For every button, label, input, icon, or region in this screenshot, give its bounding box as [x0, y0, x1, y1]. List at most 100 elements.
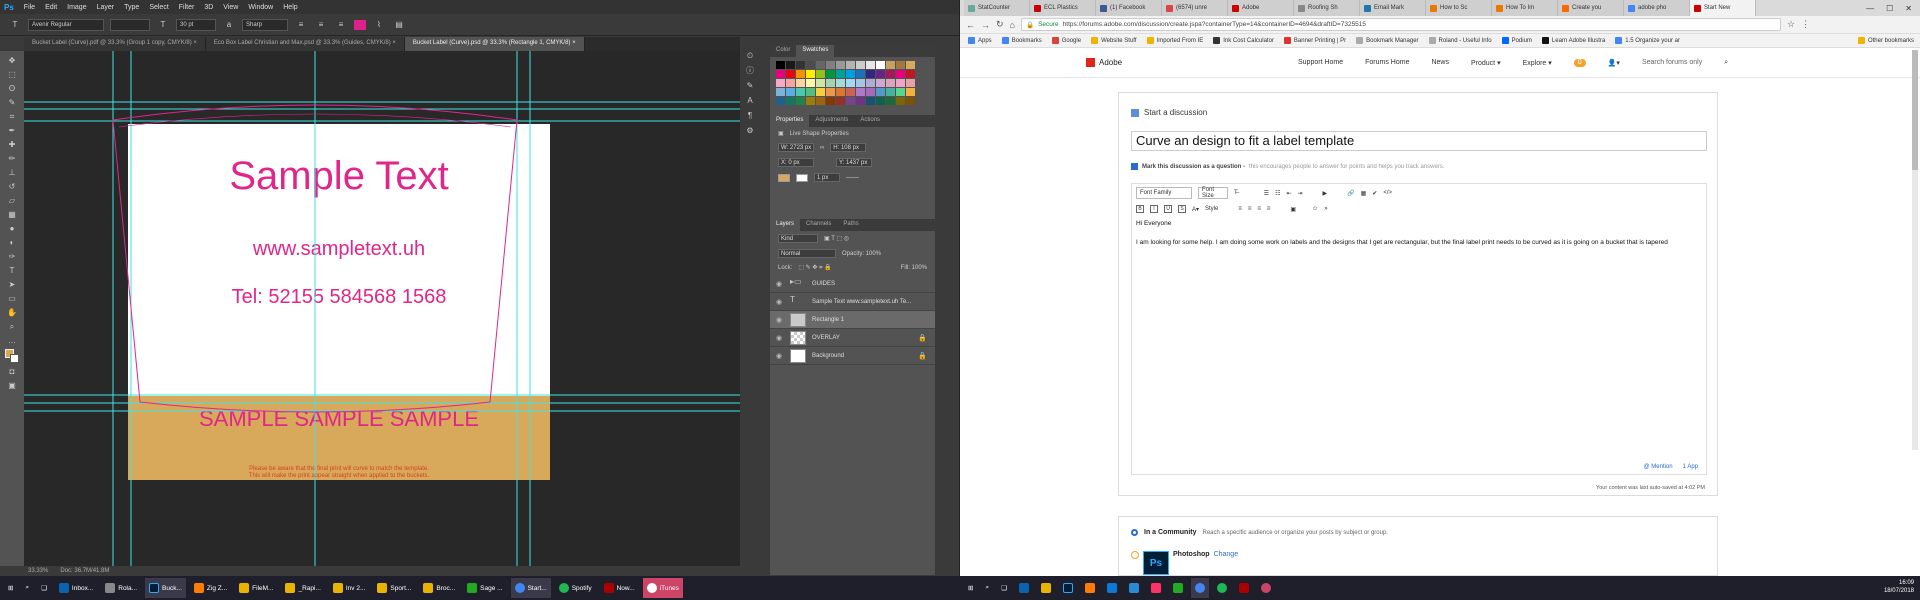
swatch[interactable] [886, 61, 895, 69]
taskbar-app[interactable]: iTunes [642, 578, 683, 598]
taskbar-app[interactable]: Buck... [145, 578, 186, 598]
nav-forums-home[interactable]: Forums Home [1365, 59, 1409, 67]
fill-swatch[interactable] [778, 173, 790, 182]
browser-tab[interactable]: adobe pho [1624, 0, 1690, 16]
emoji-icon[interactable]: ☺ [1312, 206, 1318, 212]
taskbar-app[interactable]: Inbox... [55, 578, 97, 598]
taskbar-app[interactable]: Inv 2... [329, 578, 370, 598]
taskbar-app[interactable]: Spotify [555, 578, 596, 598]
quick-select-tool-icon[interactable]: ✎ [5, 97, 19, 108]
swatch[interactable] [886, 88, 895, 96]
bookmark[interactable]: 1.5 Organize your ar [1615, 37, 1680, 44]
bookmark[interactable]: Imported From IE [1146, 37, 1203, 44]
browser-tab[interactable]: Adobe [1228, 0, 1294, 16]
glyphs-icon[interactable]: ⚙ [743, 125, 757, 136]
swatch[interactable] [796, 79, 805, 87]
search-icon[interactable]: ⌕ [21, 578, 33, 598]
avatar[interactable]: 👤▾ [1608, 59, 1620, 67]
swatch[interactable] [816, 88, 825, 96]
menu-image[interactable]: Image [67, 4, 86, 11]
text-color-swatch[interactable] [354, 19, 366, 30]
eraser-tool-icon[interactable]: ▱ [5, 195, 19, 206]
spellcheck-icon[interactable]: ✔ [1372, 190, 1377, 197]
swatch[interactable] [836, 88, 845, 96]
opacity-field[interactable]: Opacity: 100% [842, 251, 881, 257]
tab-adjustments[interactable]: Adjustments [809, 115, 854, 127]
menu-filter[interactable]: Filter [179, 4, 195, 11]
font-family-select[interactable]: Avenir Regular [28, 18, 104, 31]
hand-tool-icon[interactable]: ✋ [5, 307, 19, 318]
star-icon[interactable]: ☆ [1787, 19, 1795, 30]
tab-color[interactable]: Color [770, 45, 796, 57]
eye-icon[interactable]: ◉ [776, 352, 784, 360]
swatch[interactable] [876, 97, 885, 105]
swatch[interactable] [846, 88, 855, 96]
rich-text-editor[interactable]: Font Family Font Size T̶ ☰ ☷ ⇤ ⇥ ▶ 🔗 ▦ ✔… [1131, 183, 1707, 475]
eye-icon[interactable]: ◉ [776, 280, 784, 288]
lasso-tool-icon[interactable]: ʘ [5, 83, 19, 94]
artboard[interactable]: Sample Text www.sampletext.uh Tel: 52155… [128, 124, 550, 480]
edge-icon[interactable] [1103, 578, 1121, 598]
taskbar-app[interactable]: Now... [600, 578, 639, 598]
swatch[interactable] [906, 61, 915, 69]
photoshop-icon[interactable] [1059, 578, 1077, 598]
ie-icon[interactable] [1125, 578, 1143, 598]
outdent-icon[interactable]: ⇤ [1286, 190, 1291, 197]
swatch[interactable] [856, 88, 865, 96]
taskbar-app[interactable]: Rola... [101, 578, 141, 598]
table-icon[interactable]: ▦ [1361, 190, 1367, 197]
reload-icon[interactable]: ↻ [996, 19, 1004, 30]
close-icon[interactable]: ✕ [1905, 4, 1912, 13]
menu-file[interactable]: File [24, 4, 35, 11]
link-icon[interactable]: 🔗 [1347, 190, 1354, 197]
indesign-icon[interactable] [1147, 578, 1165, 598]
shape-tool-icon[interactable]: ▭ [5, 293, 19, 304]
bookmark[interactable]: Bookmarks [1001, 37, 1042, 44]
illustrator-icon[interactable] [1081, 578, 1099, 598]
browser-tab[interactable]: ECL Plastics [1030, 0, 1096, 16]
bookmark-other[interactable]: Other bookmarks [1857, 37, 1914, 44]
forum-search[interactable]: Search forums only [1642, 59, 1702, 67]
bookmark[interactable]: Podium [1501, 37, 1532, 44]
swatch[interactable] [866, 70, 875, 78]
bookmark[interactable]: Roland - Useful Info [1428, 37, 1492, 44]
gold-rectangle-layer[interactable]: SAMPLE SAMPLE SAMPLE Please be aware tha… [128, 396, 550, 480]
swatch[interactable] [906, 88, 915, 96]
swatch[interactable] [896, 97, 905, 105]
swatch[interactable] [816, 79, 825, 87]
menu-view[interactable]: View [223, 4, 238, 11]
swatch[interactable] [816, 61, 825, 69]
swatch[interactable] [836, 79, 845, 87]
change-link[interactable]: Change [1214, 551, 1239, 558]
stroke-width-field[interactable]: 1 px [814, 173, 840, 182]
media-icon[interactable]: ▶ [1323, 190, 1328, 197]
brush-settings-icon[interactable]: ✎ [743, 80, 757, 91]
quick-mask-icon[interactable]: ◘ [5, 366, 19, 377]
swatch[interactable] [886, 79, 895, 87]
bullet-list-icon[interactable]: ☰ [1264, 190, 1269, 197]
search-icon[interactable]: ⌕ [981, 578, 993, 598]
layer-row-selected[interactable]: ◉ Rectangle 1 [770, 311, 935, 329]
swatch[interactable] [866, 61, 875, 69]
move-tool-icon[interactable]: ✥ [5, 55, 19, 66]
adobe-logo[interactable]: Adobe [1086, 58, 1122, 67]
taskbar-app[interactable]: Zig Z... [190, 578, 231, 598]
menu-icon[interactable]: ⋮ [1801, 19, 1810, 30]
swatch[interactable] [896, 61, 905, 69]
height-field[interactable]: H: 108 px [830, 143, 867, 152]
image-icon[interactable]: ▣ [1290, 206, 1296, 213]
discussion-title-input[interactable]: Curve an design to fit a label template [1131, 131, 1707, 151]
page-scrollbar[interactable] [1912, 50, 1918, 450]
pen-tool-icon[interactable]: ✑ [5, 251, 19, 262]
tab-actions[interactable]: Actions [854, 115, 886, 127]
swatch[interactable] [836, 70, 845, 78]
url-input[interactable]: 🔒 Secure https://forums.adobe.com/discus… [1020, 18, 1781, 31]
task-view-icon[interactable]: ❏ [37, 578, 51, 598]
brush-tool-icon[interactable]: ✏ [5, 153, 19, 164]
bold-icon[interactable]: B [1136, 205, 1144, 213]
nav-explore[interactable]: Explore ▾ [1523, 59, 1552, 67]
swatch[interactable] [786, 61, 795, 69]
in-community-radio[interactable] [1131, 529, 1138, 536]
browser-tab[interactable]: Create you [1558, 0, 1624, 16]
swatch[interactable] [856, 79, 865, 87]
